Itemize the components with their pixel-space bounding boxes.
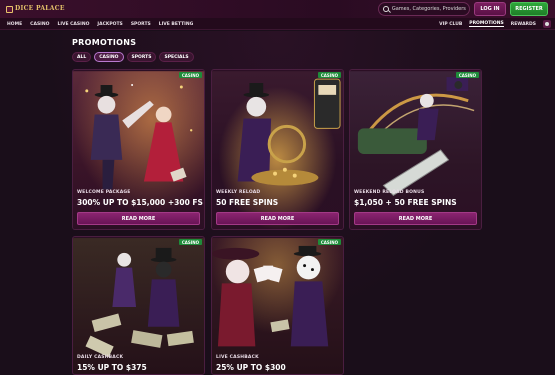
- page-title: PROMOTIONS: [72, 38, 137, 47]
- category-badge: CASINO: [317, 239, 341, 245]
- category-badge: CASINO: [178, 72, 202, 78]
- category-badge: CASINO: [455, 72, 479, 78]
- register-button[interactable]: REGISTER: [510, 2, 548, 16]
- promo-card-weekly-reload: CASINO WEEKLY RELOAD 50 FREE SPINS READ …: [211, 69, 344, 230]
- nav-home[interactable]: HOME: [7, 22, 22, 27]
- promo-headline: 25% UP TO $300: [216, 363, 286, 372]
- top-bar: DICE PALACE LOG IN REGISTER: [0, 0, 555, 18]
- promo-label: WELCOME PACKAGE: [77, 190, 131, 195]
- filter-chips: ALL CASINO SPORTS SPECIALS: [72, 52, 194, 62]
- read-more-button[interactable]: READ MORE: [354, 212, 477, 225]
- search-box[interactable]: [378, 2, 470, 16]
- promo-headline: $1,050 + 50 FREE SPINS: [354, 198, 457, 207]
- promo-card-live-cashback: CASINO LIVE CASHBACK 25% UP TO $300: [211, 236, 344, 375]
- promo-card-weekend-reload: CASINO WEEKEND RELOAD BONUS $1,050 + 50 …: [349, 69, 482, 230]
- dice-icon: [6, 5, 13, 13]
- promo-headline: 50 FREE SPINS: [216, 198, 279, 207]
- filter-specials[interactable]: SPECIALS: [159, 52, 194, 62]
- search-input[interactable]: [391, 6, 469, 12]
- promo-card-daily-cashback: CASINO DAILY CASHBACK 15% UP TO $375: [72, 236, 205, 375]
- read-more-button[interactable]: READ MORE: [77, 212, 200, 225]
- main-nav: HOME CASINO LIVE CASINO JACKPOTS SPORTS …: [0, 18, 555, 30]
- promo-headline: 300% UP TO $15,000 +300 FS: [77, 198, 203, 207]
- nav-rewards[interactable]: REWARDS: [511, 22, 536, 27]
- nav-live-betting[interactable]: LIVE BETTING: [159, 22, 194, 27]
- promo-headline: 15% UP TO $375: [77, 363, 147, 372]
- nav-casino[interactable]: CASINO: [30, 22, 49, 27]
- settings-icon[interactable]: [543, 20, 551, 28]
- logo-text: DICE PALACE: [15, 5, 65, 12]
- promo-label: DAILY CASHBACK: [77, 355, 124, 360]
- nav-promotions[interactable]: PROMOTIONS: [469, 21, 504, 27]
- promo-card-welcome: CASINO WELCOME PACKAGE 300% UP TO $15,00…: [72, 69, 205, 230]
- filter-casino[interactable]: CASINO: [94, 52, 124, 62]
- promo-label: WEEKLY RELOAD: [216, 190, 261, 195]
- search-icon: [383, 6, 389, 12]
- promo-label: WEEKEND RELOAD BONUS: [354, 190, 425, 195]
- promotions-page: PROMOTIONS ALL CASINO SPORTS SPECIALS CA…: [0, 31, 555, 375]
- nav-vip-club[interactable]: VIP CLUB: [439, 22, 462, 27]
- site-logo[interactable]: DICE PALACE: [6, 2, 65, 16]
- nav-live-casino[interactable]: LIVE CASINO: [57, 22, 89, 27]
- filter-all[interactable]: ALL: [72, 52, 92, 62]
- category-badge: CASINO: [317, 72, 341, 78]
- category-badge: CASINO: [178, 239, 202, 245]
- filter-sports[interactable]: SPORTS: [126, 52, 157, 62]
- nav-sports[interactable]: SPORTS: [131, 22, 151, 27]
- login-button[interactable]: LOG IN: [474, 2, 506, 16]
- nav-jackpots[interactable]: JACKPOTS: [97, 22, 122, 27]
- promo-label: LIVE CASHBACK: [216, 355, 259, 360]
- read-more-button[interactable]: READ MORE: [216, 212, 339, 225]
